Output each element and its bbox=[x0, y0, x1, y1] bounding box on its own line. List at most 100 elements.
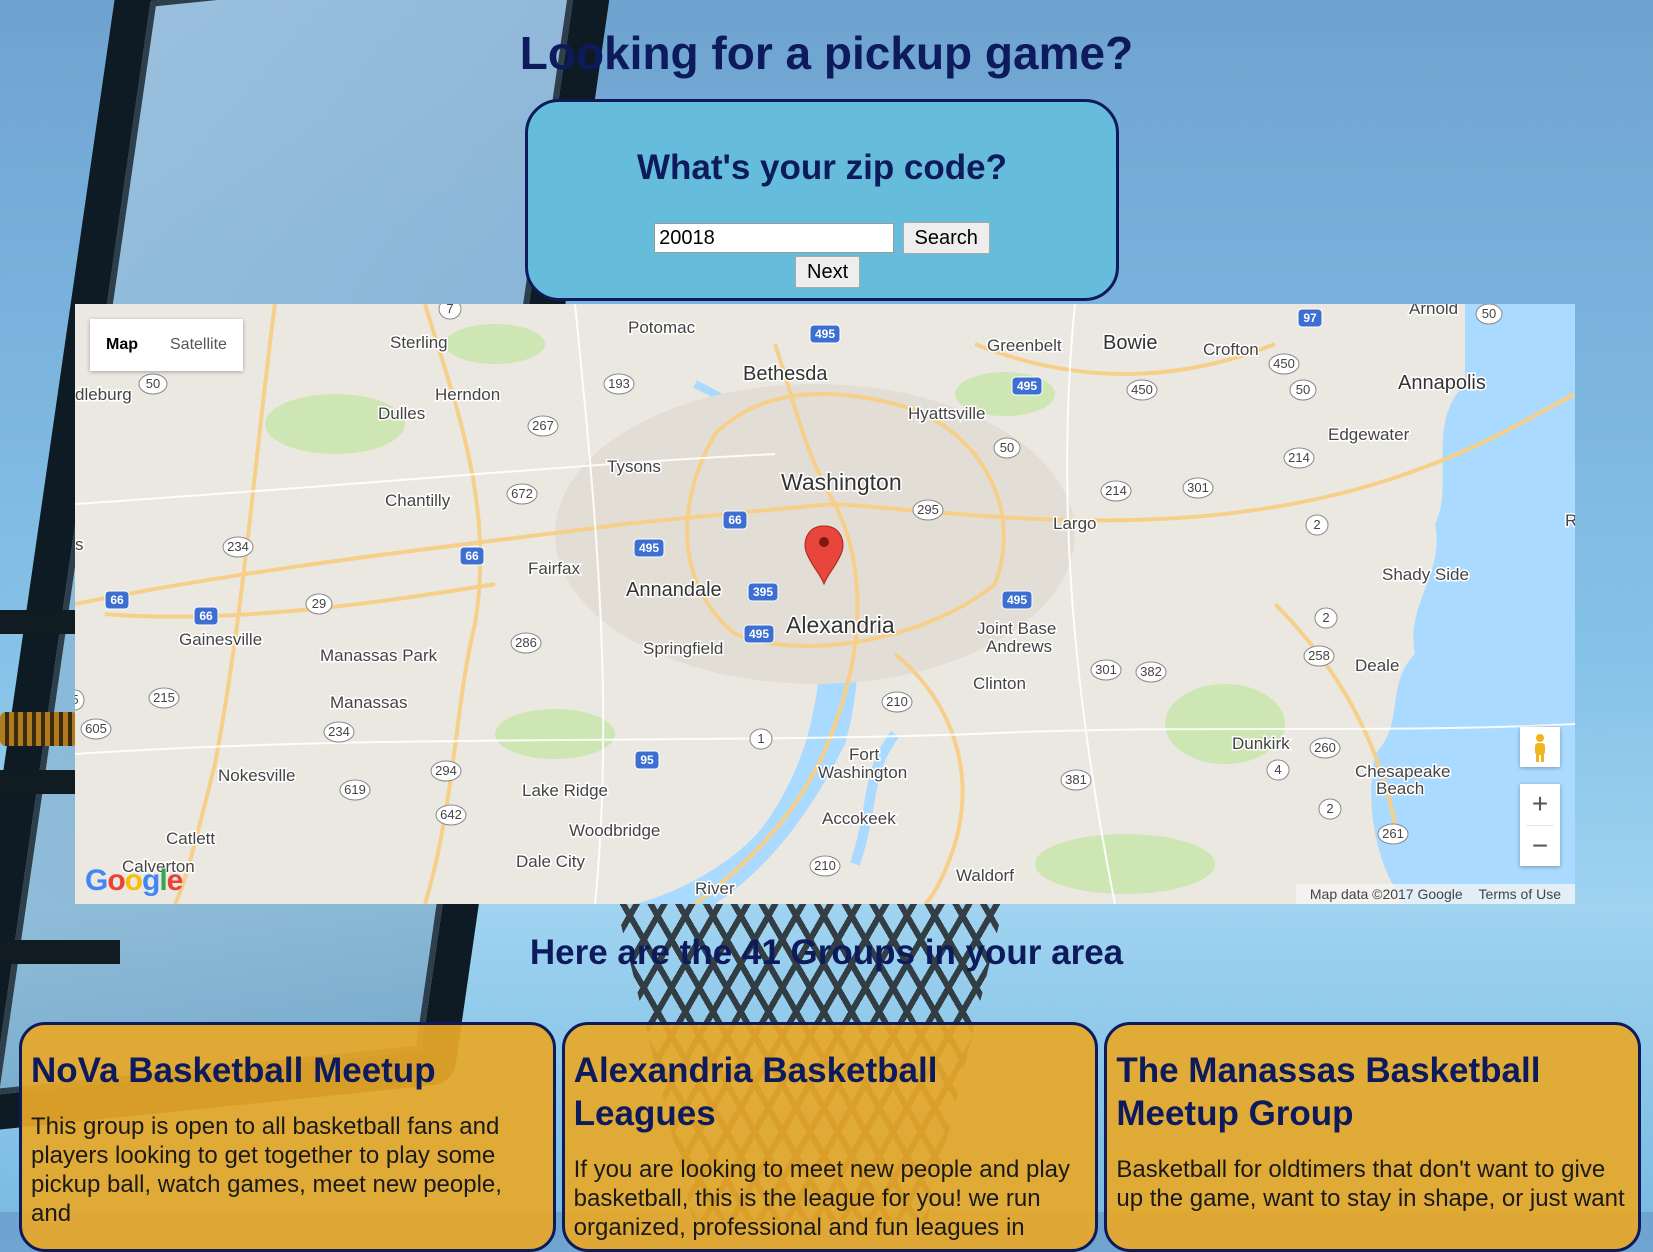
map-label: Tysons bbox=[607, 457, 661, 476]
svg-text:234: 234 bbox=[328, 724, 350, 739]
zip-code-card: What's your zip code? Search Next bbox=[525, 99, 1119, 301]
svg-text:261: 261 bbox=[1382, 826, 1404, 841]
group-card[interactable]: NoVa Basketball Meetup This group is ope… bbox=[19, 1022, 556, 1252]
svg-text:286: 286 bbox=[515, 635, 537, 650]
svg-text:66: 66 bbox=[728, 513, 742, 527]
svg-text:29: 29 bbox=[312, 596, 326, 611]
svg-text:2: 2 bbox=[1322, 610, 1329, 625]
map-label: dleburg bbox=[75, 385, 132, 404]
svg-text:2: 2 bbox=[1326, 801, 1333, 816]
group-title[interactable]: NoVa Basketball Meetup bbox=[31, 1049, 543, 1092]
svg-text:50: 50 bbox=[1000, 440, 1014, 455]
map-label: s bbox=[75, 535, 84, 554]
map-label: Alexandria bbox=[786, 612, 895, 638]
zip-code-input[interactable] bbox=[654, 223, 895, 253]
pegman-icon bbox=[1535, 734, 1545, 762]
zoom-out-button[interactable]: − bbox=[1520, 826, 1560, 867]
svg-text:295: 295 bbox=[917, 502, 939, 517]
svg-text:214: 214 bbox=[1288, 450, 1310, 465]
svg-text:50: 50 bbox=[1482, 306, 1496, 321]
svg-text:605: 605 bbox=[85, 721, 107, 736]
zip-search-row: Search bbox=[528, 222, 1116, 254]
svg-text:495: 495 bbox=[749, 627, 769, 641]
map-label: R bbox=[1565, 511, 1575, 530]
svg-text:382: 382 bbox=[1140, 664, 1162, 679]
map-label: Manassas bbox=[330, 693, 407, 712]
svg-text:294: 294 bbox=[435, 763, 457, 778]
svg-text:5: 5 bbox=[75, 692, 79, 707]
map-label: Crofton bbox=[1203, 340, 1259, 359]
map-label: Hyattsville bbox=[908, 404, 985, 423]
map-label: Clinton bbox=[973, 674, 1026, 693]
map-label: Nokesville bbox=[218, 766, 295, 785]
map-canvas[interactable]: Potomac Sterling Greenbelt Bowie Crofton… bbox=[75, 304, 1575, 904]
map-label: Greenbelt bbox=[987, 336, 1062, 355]
svg-text:7: 7 bbox=[446, 304, 453, 316]
zoom-in-button[interactable]: + bbox=[1520, 784, 1560, 825]
svg-text:258: 258 bbox=[1308, 648, 1330, 663]
svg-text:642: 642 bbox=[440, 807, 462, 822]
svg-text:672: 672 bbox=[511, 486, 533, 501]
svg-text:301: 301 bbox=[1187, 480, 1209, 495]
group-title[interactable]: The Manassas Basketball Meetup Group bbox=[1116, 1049, 1628, 1135]
map-label: Edgewater bbox=[1328, 425, 1410, 444]
map-label: River bbox=[695, 879, 735, 898]
map-label: Lake Ridge bbox=[522, 781, 608, 800]
svg-text:66: 66 bbox=[465, 549, 479, 563]
svg-text:4: 4 bbox=[1274, 762, 1281, 777]
svg-text:210: 210 bbox=[886, 694, 908, 709]
search-button[interactable]: Search bbox=[902, 222, 990, 254]
street-view-pegman-button[interactable] bbox=[1520, 727, 1560, 767]
map-label: Shady Side bbox=[1382, 565, 1469, 584]
svg-text:97: 97 bbox=[1303, 311, 1317, 325]
map-type-satellite-button[interactable]: Satellite bbox=[154, 319, 243, 371]
google-map[interactable]: Potomac Sterling Greenbelt Bowie Crofton… bbox=[75, 304, 1575, 904]
map-label: Fairfax bbox=[528, 559, 580, 578]
map-label: Woodbridge bbox=[569, 821, 660, 840]
map-label: Beach bbox=[1376, 779, 1424, 798]
map-label: Annapolis bbox=[1398, 372, 1486, 394]
svg-text:1: 1 bbox=[757, 731, 764, 746]
zoom-control: + − bbox=[1520, 784, 1560, 866]
group-card[interactable]: Alexandria Basketball Leagues If you are… bbox=[561, 1022, 1099, 1252]
map-type-map-button[interactable]: Map bbox=[90, 319, 154, 371]
next-button[interactable]: Next bbox=[795, 256, 861, 288]
map-label: Washington bbox=[818, 763, 907, 782]
map-label: Chantilly bbox=[385, 491, 451, 510]
svg-text:495: 495 bbox=[1007, 593, 1027, 607]
svg-text:2: 2 bbox=[1313, 517, 1320, 532]
map-label: Joint Base bbox=[977, 619, 1056, 638]
svg-text:66: 66 bbox=[110, 593, 124, 607]
group-card[interactable]: The Manassas Basketball Meetup Group Bas… bbox=[1104, 1022, 1642, 1252]
map-label: Dale City bbox=[516, 852, 585, 871]
svg-text:381: 381 bbox=[1065, 772, 1087, 787]
map-label: Annandale bbox=[626, 579, 722, 601]
map-label: Arnold bbox=[1409, 304, 1458, 318]
group-description: If you are looking to meet new people an… bbox=[573, 1156, 1070, 1241]
map-data-credit: Map data ©2017 Google bbox=[1309, 886, 1463, 902]
group-title[interactable]: Alexandria Basketball Leagues bbox=[574, 1049, 1086, 1135]
map-label: Waldorf bbox=[956, 866, 1014, 885]
map-label: Andrews bbox=[986, 637, 1052, 656]
groups-heading: Here are the 41 Groups in your area bbox=[529, 933, 1124, 972]
map-label: Catlett bbox=[166, 829, 215, 848]
map-label: Manassas Park bbox=[320, 646, 438, 665]
group-description: Basketball for oldtimers that don't want… bbox=[1116, 1156, 1625, 1212]
map-label: Potomac bbox=[628, 318, 696, 337]
svg-text:50: 50 bbox=[146, 376, 160, 391]
google-logo[interactable]: Google bbox=[85, 864, 183, 898]
svg-text:234: 234 bbox=[227, 539, 249, 554]
svg-text:301: 301 bbox=[1095, 662, 1117, 677]
map-label: Accokeek bbox=[822, 809, 896, 828]
map-label: Bowie bbox=[1103, 332, 1157, 354]
svg-text:215: 215 bbox=[153, 690, 175, 705]
svg-text:66: 66 bbox=[199, 609, 213, 623]
map-label: Springfield bbox=[643, 639, 723, 658]
map-label: Gainesville bbox=[179, 630, 262, 649]
svg-text:210: 210 bbox=[814, 858, 836, 873]
svg-text:450: 450 bbox=[1273, 356, 1295, 371]
terms-of-use-link[interactable]: Terms of Use bbox=[1473, 886, 1567, 902]
svg-text:214: 214 bbox=[1105, 483, 1127, 498]
map-label: Largo bbox=[1053, 514, 1096, 533]
map-label: Deale bbox=[1355, 656, 1399, 675]
